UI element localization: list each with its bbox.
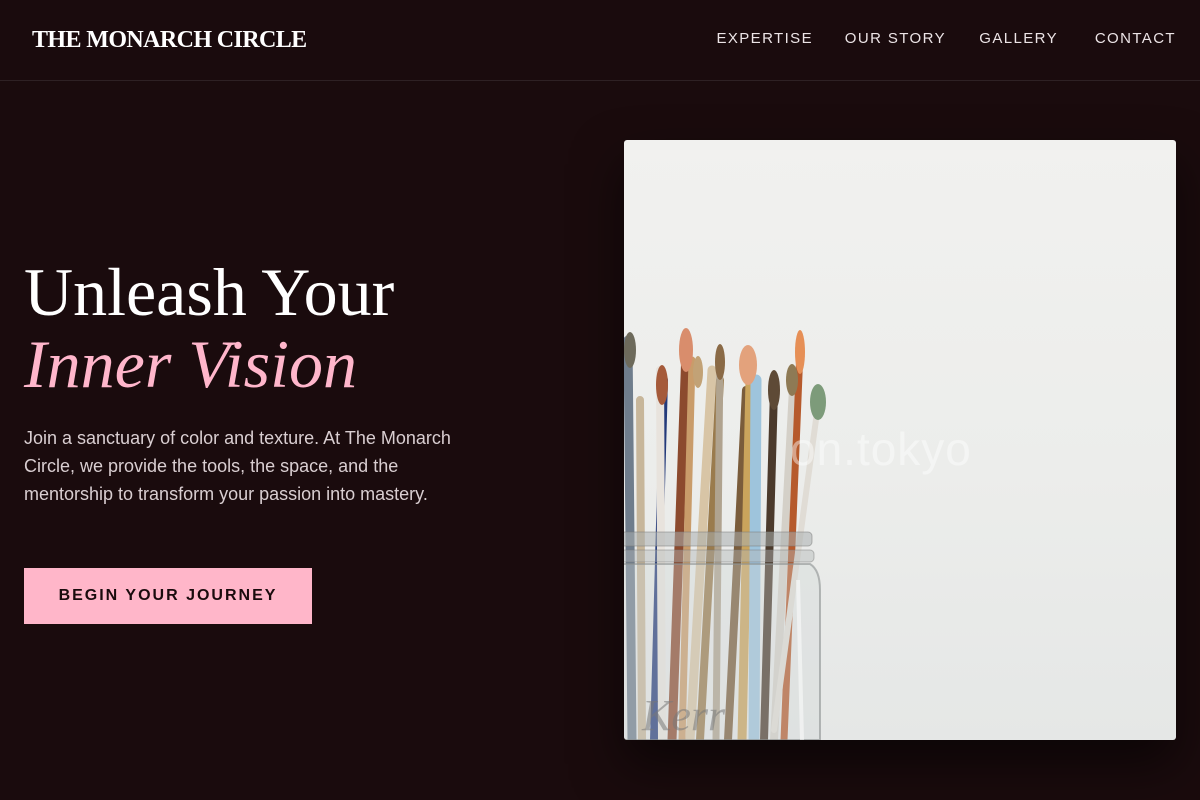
nav-link-our-story[interactable]: OUR STORY <box>845 30 946 48</box>
hero-title-line2: Inner Vision <box>24 326 358 402</box>
paintbrush-jar-image: Kerr on.tokyo <box>624 140 1176 740</box>
nav-link-expertise[interactable]: EXPERTISE <box>716 30 813 48</box>
nav-link-gallery[interactable]: GALLERY <box>979 30 1058 48</box>
hero-title: Unleash Your Inner Vision <box>24 256 394 400</box>
hero-description: Join a sanctuary of color and texture. A… <box>24 428 451 504</box>
svg-text:Kerr: Kerr <box>641 691 726 740</box>
site-logo[interactable]: THE MONARCH CIRCLE <box>32 26 307 54</box>
site-header: THE MONARCH CIRCLE EXPERTISE OUR STORY G… <box>0 0 1200 81</box>
begin-journey-button[interactable]: BEGIN YOUR JOURNEY <box>24 568 312 624</box>
nav-link-contact[interactable]: CONTACT <box>1095 30 1176 48</box>
image-watermark: on.tokyo <box>790 423 972 475</box>
hero-title-line1: Unleash Your <box>24 254 395 330</box>
